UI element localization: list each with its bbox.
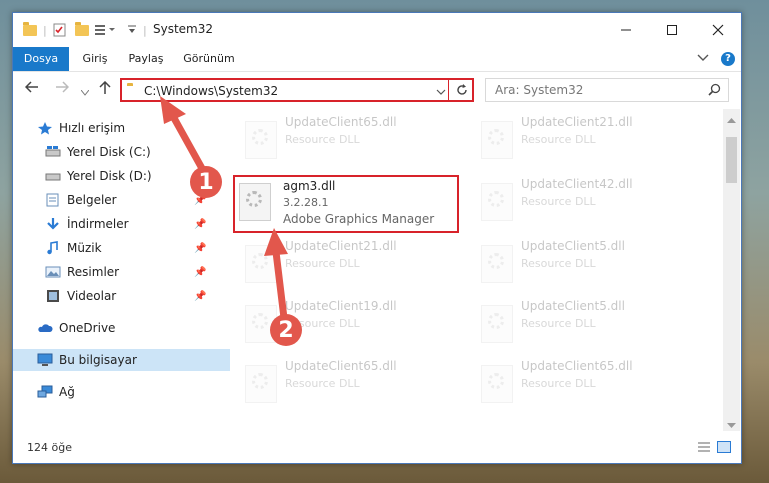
annotation-badge-1: 1 — [190, 166, 222, 198]
annotation-arrows — [160, 96, 288, 322]
arrow-2-head — [264, 228, 288, 256]
arrow-1-head — [160, 96, 186, 124]
arrow-2-shaft — [272, 248, 288, 322]
arrow-1-shaft — [170, 114, 208, 176]
annotation-badge-2: 2 — [270, 314, 302, 346]
